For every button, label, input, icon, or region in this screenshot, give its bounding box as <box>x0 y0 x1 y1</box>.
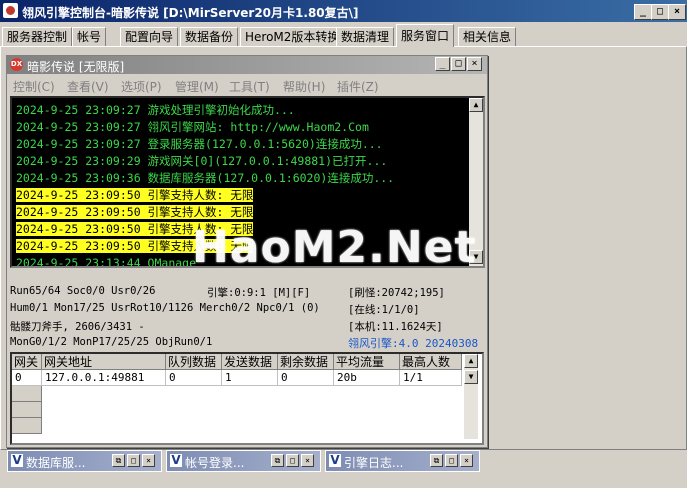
scroll-up-button[interactable]: ▲ <box>469 98 483 112</box>
table-cell[interactable]: 0 <box>12 370 42 386</box>
log-line: 2024-9-25 23:09:50 引擎支持人数: 无限 <box>16 204 466 221</box>
inner-maximize-button[interactable]: □ <box>451 57 466 71</box>
menu-manage[interactable]: 管理(M) <box>175 78 219 95</box>
log-line-text: 2024-9-25 23:13:44 QManage <box>16 256 197 268</box>
inner-title-bar: DX 暗影传说 [无限版] _ □ × <box>7 56 487 74</box>
v-logo-icon: V <box>170 453 182 467</box>
inner-window-title: 暗影传说 [无限版] <box>27 60 125 74</box>
close-button[interactable]: × <box>301 454 314 467</box>
table-cell[interactable]: 1/1 <box>400 370 462 386</box>
tab-service-window[interactable]: 服务窗口 <box>396 24 455 47</box>
empty-row-header <box>12 418 42 434</box>
table-scroll-up-button[interactable]: ▲ <box>464 354 478 368</box>
restore-button[interactable]: ⧉ <box>430 454 443 467</box>
engine-status: 引擎:0:9:1 [M][F] <box>207 287 311 299</box>
minimized-engine-log-window[interactable]: V 引擎日志... ⧉ □ × <box>325 450 480 472</box>
dx-icon: DX <box>10 58 23 71</box>
v-logo-icon: V <box>329 453 341 467</box>
tab-bar: 服务器控制 帐号 配置向导 数据备份 HeroM2版本转换 数据清理 服务窗口 … <box>0 24 687 48</box>
monster-refresh-status: [刷怪:20742;195] <box>348 287 445 299</box>
col-max-users[interactable]: 最高人数 <box>400 354 462 370</box>
col-queue-data[interactable]: 队列数据 <box>166 354 222 370</box>
tab-herom2-convert[interactable]: HeroM2版本转换 <box>240 27 345 46</box>
minimized-account-window[interactable]: V 帐号登录... ⧉ □ × <box>166 450 321 472</box>
v-logo-icon: V <box>11 453 23 467</box>
log-line-text: 2024-9-25 23:09:27 登录服务器(127.0.0.1:5620)… <box>16 137 383 151</box>
window-title: 翎风引擎控制台-暗影传说 [D:\MirServer20月卡1.80复古\] <box>22 6 359 20</box>
engine-version: 翎风引擎:4.0 20240308 <box>348 337 479 350</box>
restore-button[interactable]: ⧉ <box>112 454 125 467</box>
main-title-bar: 翎风引擎控制台-暗影传说 [D:\MirServer20月卡1.80复古\] _… <box>0 0 687 22</box>
log-line: 2024-9-25 23:09:27 翎风引擎网站: http://www.Ha… <box>16 119 466 136</box>
table-cell[interactable]: 0 <box>166 370 222 386</box>
minimized-db-window[interactable]: V 数据库服... ⧉ □ × <box>7 450 162 472</box>
empty-row-header <box>12 386 42 402</box>
menu-view[interactable]: 查看(V) <box>67 78 109 95</box>
col-gate-address[interactable]: 网关地址 <box>42 354 166 370</box>
log-line: 2024-9-25 23:09:50 引擎支持人数: 无限 <box>16 187 466 204</box>
menu-tools[interactable]: 工具(T) <box>229 78 270 95</box>
maximize-button[interactable]: □ <box>286 454 299 467</box>
log-line-text: 2024-9-25 23:09:27 翎风引擎网站: http://www.Ha… <box>16 120 369 134</box>
close-button[interactable]: × <box>668 4 686 20</box>
restore-button[interactable]: ⧉ <box>271 454 284 467</box>
table-scroll-down-button[interactable]: ▼ <box>464 370 478 384</box>
tab-data-cleanup[interactable]: 数据清理 <box>336 27 395 46</box>
tab-related-info[interactable]: 相关信息 <box>458 27 517 46</box>
log-line: 2024-9-25 23:09:27 登录服务器(127.0.0.1:5620)… <box>16 136 466 153</box>
close-button[interactable]: × <box>460 454 473 467</box>
gate-table[interactable]: 网关 网关地址 队列数据 发送数据 剩余数据 平均流量 最高人数 0 127.0… <box>10 352 484 445</box>
col-gate[interactable]: 网关 <box>12 354 42 370</box>
menu-options[interactable]: 选项(P) <box>121 78 162 95</box>
empty-row-header <box>12 402 42 418</box>
menu-control[interactable]: 控制(C) <box>13 78 55 95</box>
col-remaining-data[interactable]: 剩余数据 <box>278 354 334 370</box>
tab-config-wizard[interactable]: 配置向导 <box>120 27 179 46</box>
app-icon <box>3 3 18 18</box>
player-status: 骷髅刀斧手, 2606/3431 - <box>10 321 145 333</box>
log-line-text: 2024-9-25 23:09:36 数据库服务器(127.0.0.1:6020… <box>16 171 395 185</box>
log-line-text: 2024-9-25 23:09:50 引擎支持人数: 无限 <box>16 205 254 219</box>
tab-server-control[interactable]: 服务器控制 <box>2 27 73 46</box>
table-cell[interactable]: 1 <box>222 370 278 386</box>
table-cell[interactable]: 20b <box>334 370 400 386</box>
minimized-title: 帐号登录... <box>185 456 245 470</box>
watermark: HaoM2.Net <box>192 222 477 273</box>
inner-minimize-button[interactable]: _ <box>435 57 450 71</box>
uptime-status: [本机:11.1624天] <box>348 321 443 333</box>
table-scrollbar[interactable]: ▲ ▼ <box>464 354 478 439</box>
close-button[interactable]: × <box>142 454 155 467</box>
run-status: Run65/64 Soc0/0 Usr0/26 <box>10 285 156 297</box>
menu-bar: 控制(C) 查看(V) 选项(P) 管理(M) 工具(T) 帮助(H) 插件(Z… <box>7 76 487 94</box>
minimize-button[interactable]: _ <box>634 4 652 20</box>
tab-account[interactable]: 帐号 <box>72 27 107 46</box>
log-line: 2024-9-25 23:09:29 游戏网关[0](127.0.0.1:498… <box>16 153 466 170</box>
log-line: 2024-9-25 23:09:36 数据库服务器(127.0.0.1:6020… <box>16 170 466 187</box>
menu-help[interactable]: 帮助(H) <box>283 78 325 95</box>
hum-status: Hum0/1 Mon17/25 UsrRot10/1126 Merch0/2 N… <box>10 302 320 314</box>
col-avg-traffic[interactable]: 平均流量 <box>334 354 400 370</box>
maximize-button[interactable]: □ <box>445 454 458 467</box>
mdi-background <box>490 55 682 446</box>
maximize-button[interactable]: □ <box>651 4 669 20</box>
log-line-text: 2024-9-25 23:09:50 引擎支持人数: 无限 <box>16 188 254 202</box>
log-line: 2024-9-25 23:09:27 游戏处理引擎初始化成功... <box>16 102 466 119</box>
inner-close-button[interactable]: × <box>467 57 482 71</box>
maximize-button[interactable]: □ <box>127 454 140 467</box>
online-status: [在线:1/1/0] <box>348 304 420 316</box>
col-sent-data[interactable]: 发送数据 <box>222 354 278 370</box>
log-line-text: 2024-9-25 23:09:29 游戏网关[0](127.0.0.1:498… <box>16 154 388 168</box>
menu-plugins[interactable]: 插件(Z) <box>337 78 379 95</box>
tab-data-backup[interactable]: 数据备份 <box>180 27 239 46</box>
minimized-title: 数据库服... <box>26 456 86 470</box>
table-cell[interactable]: 127.0.0.1:49881 <box>42 370 166 386</box>
minimized-title: 引擎日志... <box>344 456 404 470</box>
table-cell[interactable]: 0 <box>278 370 334 386</box>
mongen-status: MonG0/1/2 MonP17/25/25 ObjRun0/1 <box>10 336 213 348</box>
log-line-text: 2024-9-25 23:09:27 游戏处理引擎初始化成功... <box>16 103 295 117</box>
